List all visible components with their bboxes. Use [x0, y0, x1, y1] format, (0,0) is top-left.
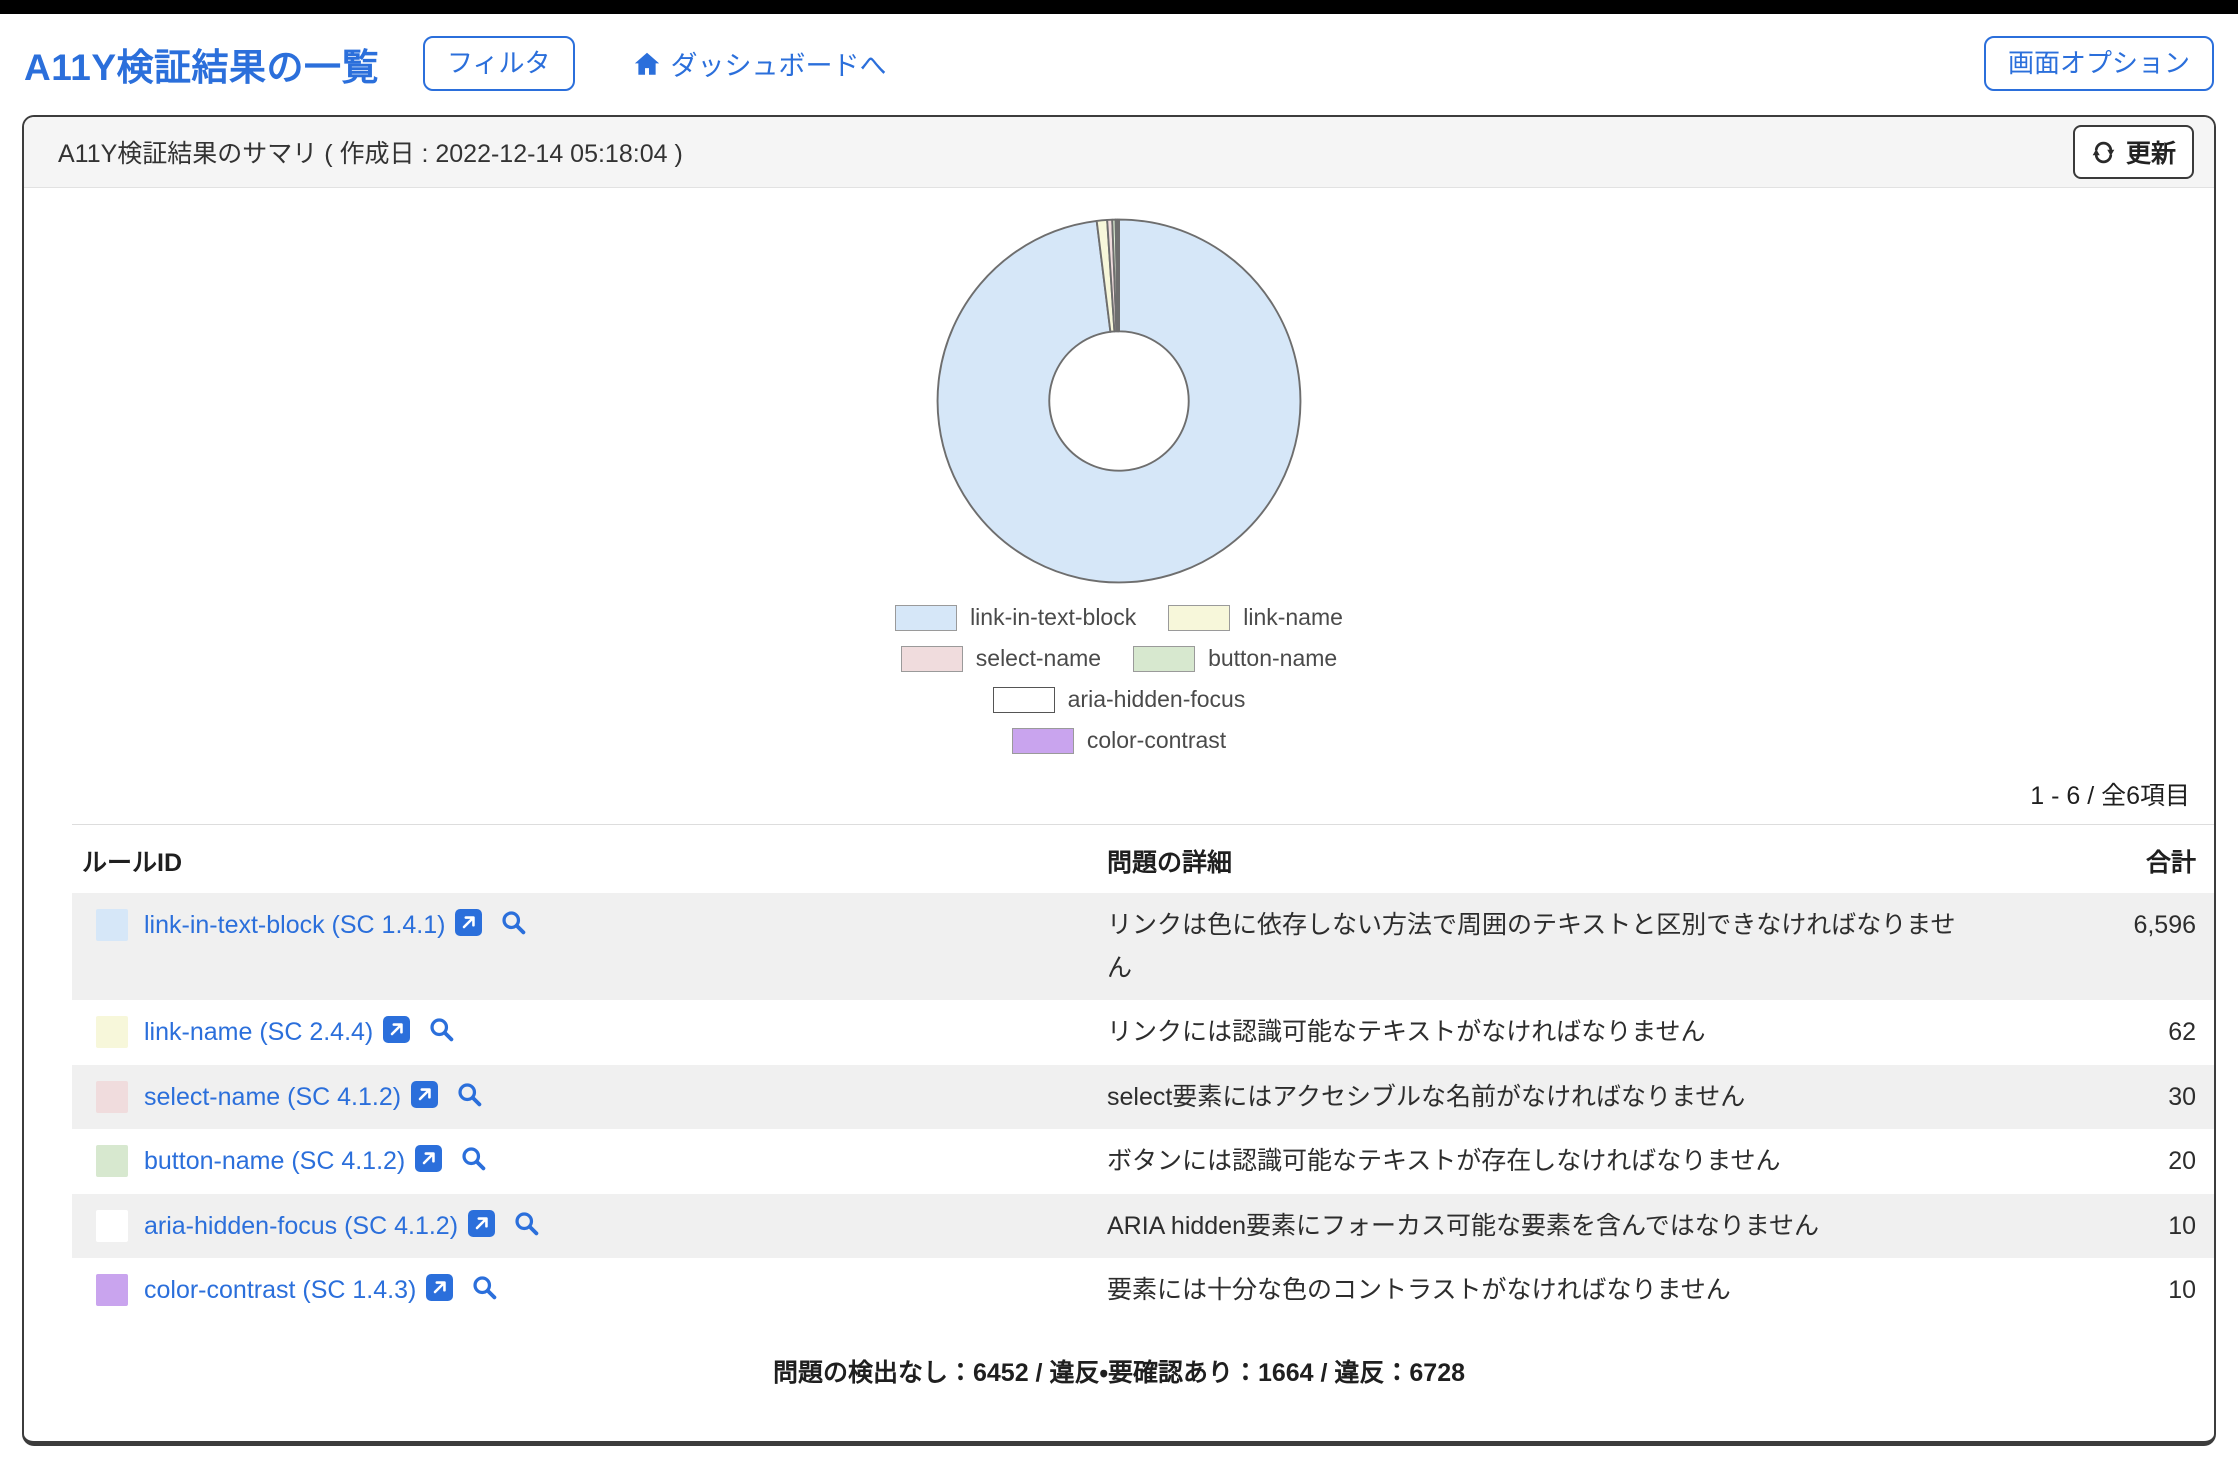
external-link-icon[interactable]	[383, 1016, 410, 1043]
table-row: button-name (SC 4.1.2) ボタンには認識可能なテキストが存在し…	[72, 1129, 2216, 1194]
rule-link[interactable]: aria-hidden-focus (SC 4.1.2)	[144, 1205, 458, 1248]
legend-swatch	[993, 687, 1055, 713]
rule-detail: ARIA hidden要素にフォーカス可能な要素を含んではなりません	[1107, 1194, 1977, 1259]
search-icon[interactable]	[456, 1081, 483, 1108]
donut-chart	[928, 210, 1310, 592]
home-icon	[633, 50, 661, 78]
table-header-row: ルールID 問題の詳細 合計	[72, 825, 2216, 894]
rule-detail: 要素には十分な色のコントラストがなければなりません	[1107, 1258, 1977, 1323]
rule-total: 30	[1977, 1065, 2216, 1130]
rule-total: 10	[1977, 1258, 2216, 1323]
external-link-icon[interactable]	[468, 1210, 495, 1237]
rule-total: 6,596	[1977, 893, 2216, 1000]
legend-label: button-name	[1208, 645, 1337, 672]
legend-label: aria-hidden-focus	[1068, 686, 1246, 713]
table-row: aria-hidden-focus (SC 4.1.2) ARIA hidden要…	[72, 1194, 2216, 1259]
legend-label: color-contrast	[1087, 727, 1226, 754]
search-icon[interactable]	[500, 909, 527, 936]
rule-detail: リンクは色に依存しない方法で周囲のテキストと区別できなければなりません	[1107, 893, 1977, 1000]
search-icon[interactable]	[471, 1274, 498, 1301]
rule-color-swatch	[96, 909, 128, 941]
summary-panel: A11Y検証結果のサマリ ( 作成日 : 2022-12-14 05:18:04…	[22, 115, 2216, 1446]
refresh-icon	[2091, 140, 2116, 165]
donut-chart-area: link-in-text-block link-name select-name bu…	[24, 188, 2214, 754]
legend-item-link-in-text-block[interactable]: link-in-text-block	[895, 604, 1136, 631]
search-icon[interactable]	[460, 1145, 487, 1172]
rule-color-swatch	[96, 1145, 128, 1177]
chart-legend: link-in-text-block link-name select-name bu…	[895, 604, 1343, 754]
legend-row: link-in-text-block link-name	[895, 604, 1343, 631]
page-header: A11Y検証結果の一覧 フィルタ ダッシュボードへ 画面オプション	[0, 14, 2238, 115]
donut-slice-color-contrast[interactable]	[1117, 220, 1119, 332]
page-title: A11Y検証結果の一覧	[24, 37, 379, 91]
legend-swatch	[1012, 728, 1074, 754]
table-row: select-name (SC 4.1.2) select要素にはアクセシブルな名…	[72, 1065, 2216, 1130]
rule-color-swatch	[96, 1081, 128, 1113]
pagination-status: 1 - 6 / 全6項目	[24, 754, 2214, 824]
table-row: link-in-text-block (SC 1.4.1) リンクは色に依存しない…	[72, 893, 2216, 1000]
legend-item-button-name[interactable]: button-name	[1133, 645, 1337, 672]
rule-color-swatch	[96, 1274, 128, 1306]
rule-link[interactable]: select-name (SC 4.1.2)	[144, 1076, 401, 1119]
legend-item-select-name[interactable]: select-name	[901, 645, 1101, 672]
dashboard-link-label: ダッシュボードへ	[671, 44, 887, 83]
summary-footer: 問題の検出なし：6452 / 違反・要確認あり：1664 / 違反：6728	[24, 1323, 2214, 1441]
rule-link[interactable]: link-name (SC 2.4.4)	[144, 1011, 373, 1054]
rule-total: 20	[1977, 1129, 2216, 1194]
external-link-icon[interactable]	[455, 909, 482, 936]
table-row: color-contrast (SC 1.4.3) 要素には十分な色のコントラスト…	[72, 1258, 2216, 1323]
table-row: link-name (SC 2.4.4) リンクには認識可能なテキストがなければな…	[72, 1000, 2216, 1065]
search-icon[interactable]	[428, 1016, 455, 1043]
screen-options-button[interactable]: 画面オプション	[1984, 36, 2214, 91]
refresh-button[interactable]: 更新	[2073, 125, 2194, 179]
refresh-button-label: 更新	[2126, 134, 2176, 170]
legend-item-link-name[interactable]: link-name	[1168, 604, 1343, 631]
panel-header: A11Y検証結果のサマリ ( 作成日 : 2022-12-14 05:18:04…	[24, 117, 2214, 188]
external-link-icon[interactable]	[426, 1274, 453, 1301]
legend-row: select-name button-name	[901, 645, 1337, 672]
column-header-detail: 問題の詳細	[1107, 825, 1977, 894]
rule-detail: リンクには認識可能なテキストがなければなりません	[1107, 1000, 1977, 1065]
legend-swatch	[895, 605, 957, 631]
rule-total: 10	[1977, 1194, 2216, 1259]
rule-link[interactable]: color-contrast (SC 1.4.3)	[144, 1269, 416, 1312]
rule-color-swatch	[96, 1210, 128, 1242]
legend-label: link-name	[1243, 604, 1343, 631]
rule-link[interactable]: button-name (SC 4.1.2)	[144, 1140, 405, 1183]
rule-color-swatch	[96, 1016, 128, 1048]
legend-label: link-in-text-block	[970, 604, 1136, 631]
external-link-icon[interactable]	[411, 1081, 438, 1108]
rule-detail: ボタンには認識可能なテキストが存在しなければなりません	[1107, 1129, 1977, 1194]
top-bar	[0, 0, 2238, 14]
legend-item-aria-hidden-focus[interactable]: aria-hidden-focus	[993, 686, 1246, 713]
legend-swatch	[1168, 605, 1230, 631]
external-link-icon[interactable]	[415, 1145, 442, 1172]
filter-button[interactable]: フィルタ	[423, 36, 574, 91]
rule-link[interactable]: link-in-text-block (SC 1.4.1)	[144, 904, 445, 947]
panel-title: A11Y検証結果のサマリ ( 作成日 : 2022-12-14 05:18:04…	[58, 134, 683, 170]
legend-row: color-contrast	[1012, 727, 1226, 754]
legend-label: select-name	[976, 645, 1101, 672]
results-table: ルールID 問題の詳細 合計 link-in-text-block (SC 1.…	[72, 824, 2216, 1323]
dashboard-link[interactable]: ダッシュボードへ	[633, 44, 887, 83]
search-icon[interactable]	[513, 1210, 540, 1237]
rule-detail: select要素にはアクセシブルな名前がなければなりません	[1107, 1065, 1977, 1130]
legend-item-color-contrast[interactable]: color-contrast	[1012, 727, 1226, 754]
rule-total: 62	[1977, 1000, 2216, 1065]
legend-swatch	[901, 646, 963, 672]
column-header-total: 合計	[1977, 825, 2216, 894]
legend-row: aria-hidden-focus	[993, 686, 1246, 713]
column-header-rule-id: ルールID	[72, 825, 1107, 894]
legend-swatch	[1133, 646, 1195, 672]
